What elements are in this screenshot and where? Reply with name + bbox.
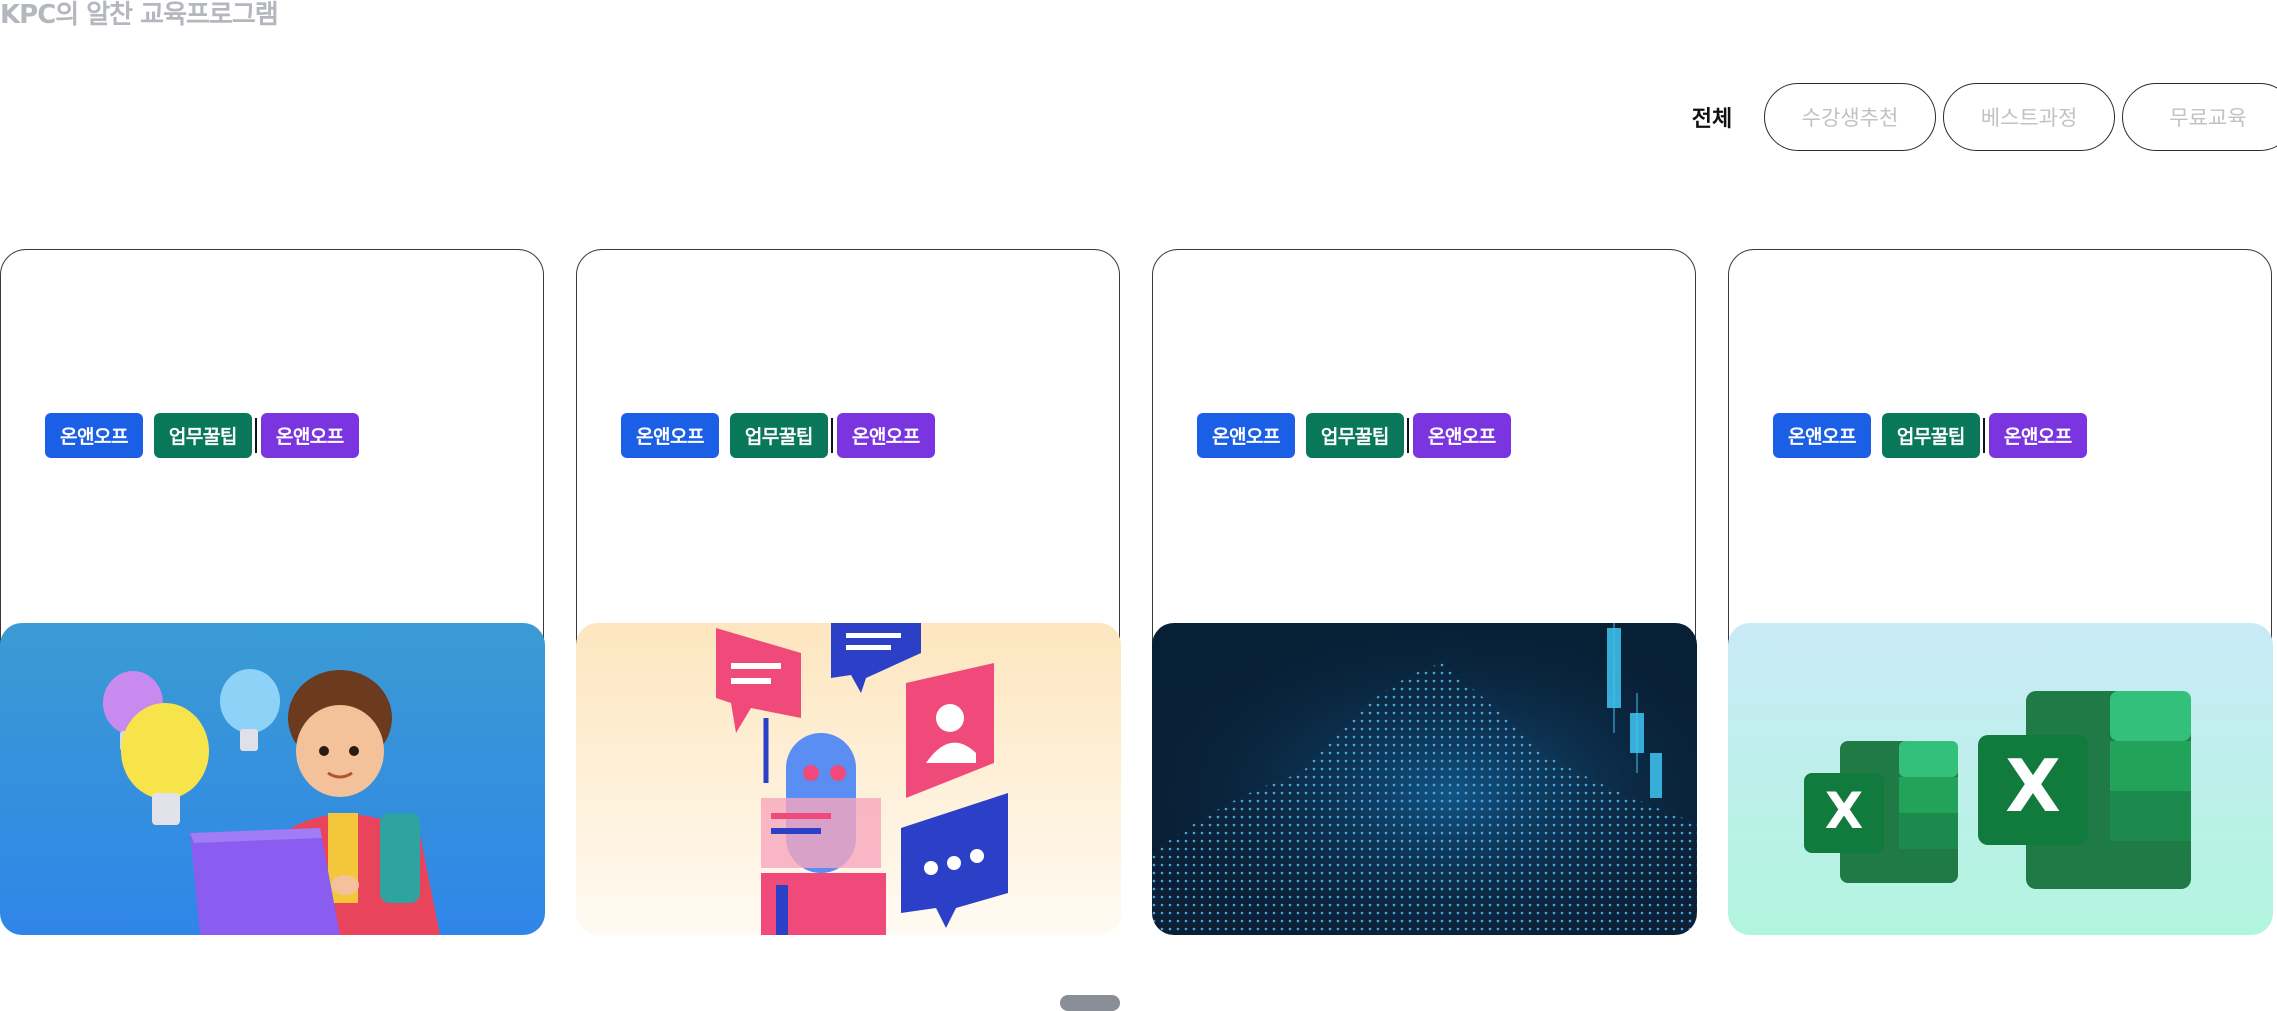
course-tags: 온앤오프 업무꿀팁 온앤오프: [621, 413, 946, 458]
filter-tab-all[interactable]: 전체: [1660, 101, 1764, 133]
tag-badge: 온앤오프: [621, 413, 719, 458]
svg-text:X: X: [2005, 744, 2061, 828]
excel-logo-illustration: X X: [1727, 623, 2273, 935]
filter-tab-best[interactable]: 베스트과정: [1943, 83, 2115, 151]
tag-badge: 업무꿀팁: [729, 413, 828, 458]
course-tags: 온앤오프 업무꿀팁 온앤오프: [1773, 413, 2098, 458]
tag-badge: 온앤오프: [830, 413, 935, 458]
filter-tab-free[interactable]: 무료교육: [2122, 83, 2277, 151]
course-tags: 온앤오프 업무꿀팁 온앤오프: [45, 413, 370, 458]
carousel-pagination[interactable]: [1060, 995, 1120, 1011]
tag-badge: 온앤오프: [1197, 413, 1295, 458]
course-card[interactable]: 온앤오프 업무꿀팁 온앤오프: [0, 249, 545, 935]
course-card[interactable]: 온앤오프 업무꿀팁 온앤오프 X X: [1727, 249, 2273, 935]
svg-text:X: X: [1824, 782, 1863, 840]
tag-badge: 온앤오프: [1982, 413, 2087, 458]
course-tags: 온앤오프 업무꿀팁 온앤오프: [1197, 413, 1522, 458]
chatbot-illustration: [575, 623, 1121, 935]
filter-tabs: 전체 수강생추천 베스트과정 무료교육: [1660, 82, 2277, 152]
course-card[interactable]: 온앤오프 업무꿀팁 온앤오프: [1151, 249, 1697, 935]
course-thumbnail: [1151, 623, 1697, 935]
tag-badge: 업무꿀팁: [1305, 413, 1404, 458]
course-card[interactable]: 온앤오프 업무꿀팁 온앤오프: [575, 249, 1121, 935]
tag-badge: 온앤오프: [254, 413, 359, 458]
tag-badge: 업무꿀팁: [153, 413, 252, 458]
filter-tab-recommended[interactable]: 수강생추천: [1764, 83, 1936, 151]
section-title: KPC의 알찬 교육프로그램: [0, 0, 279, 30]
data-particles-illustration: [1151, 623, 1697, 935]
course-thumbnail: X X: [1727, 623, 2273, 935]
student-laptop-illustration: [0, 623, 545, 935]
tag-badge: 온앤오프: [45, 413, 143, 458]
tag-badge: 온앤오프: [1773, 413, 1871, 458]
tag-badge: 업무꿀팁: [1881, 413, 1980, 458]
tag-badge: 온앤오프: [1406, 413, 1511, 458]
course-thumbnail: [575, 623, 1121, 935]
course-thumbnail: [0, 623, 545, 935]
